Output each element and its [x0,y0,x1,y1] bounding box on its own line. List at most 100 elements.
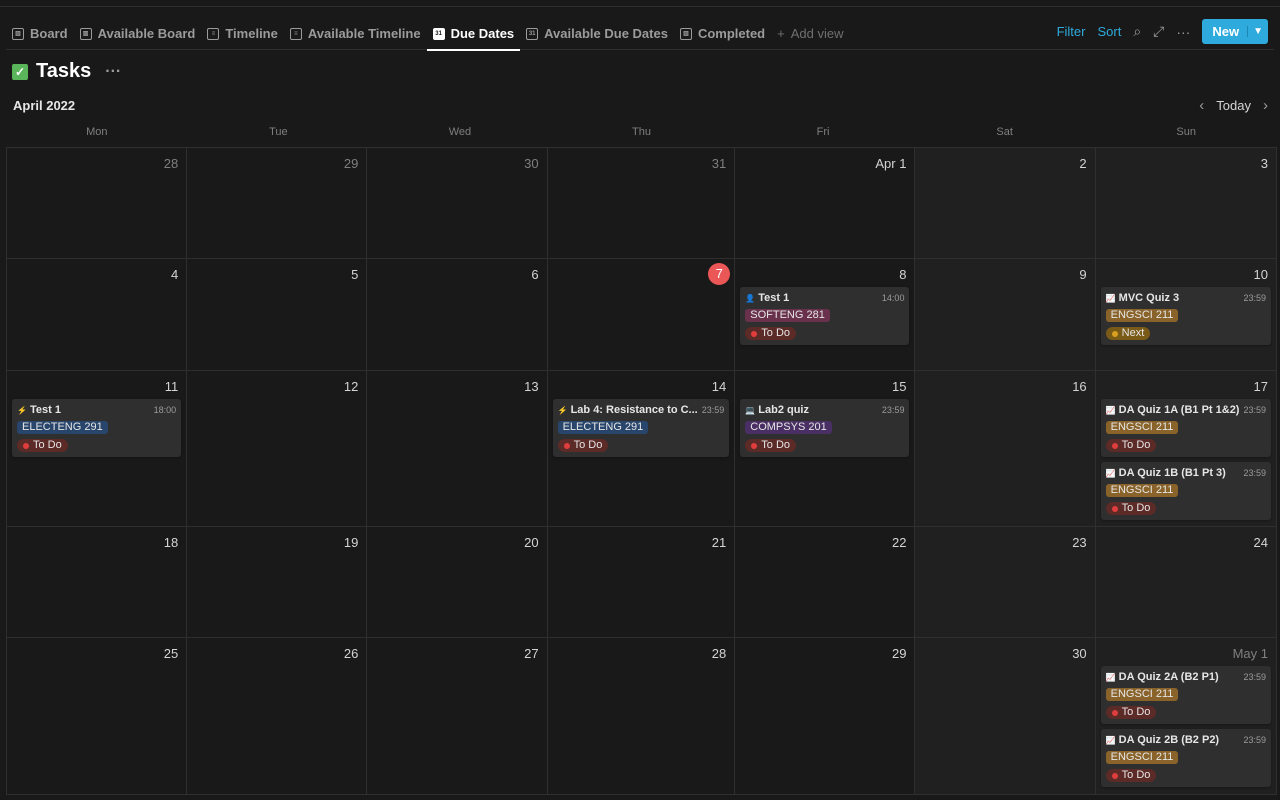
day-cell[interactable]: 25 [7,638,188,795]
new-button[interactable]: New ▼ [1202,19,1268,44]
day-cell[interactable]: May 1 📈 DA Quiz 2A (B2 P1) 23:59 ENGSCI 211 T… [1095,638,1277,795]
task-card[interactable]: 📈 DA Quiz 1B (B1 Pt 3) 23:59 ENGSCI 211 To D… [1100,462,1271,520]
tab-available-timeline[interactable]: ≡ Available Timeline [284,18,427,50]
day-cell[interactable]: 21 [547,527,736,638]
tab-available-board[interactable]: ▥ Available Board [74,18,202,50]
day-number: 5 [351,267,359,282]
task-name: Test 1 [30,404,61,416]
more-icon[interactable]: ··· [1176,24,1190,40]
day-cell[interactable]: 10 📈 MVC Quiz 3 23:59 ENGSCI 211 Next [1095,259,1277,371]
tab-label: Due Dates [450,26,515,41]
day-cell[interactable]: 24 [1095,527,1277,638]
day-cell[interactable]: 16 [915,371,1096,527]
day-number: 28 [711,646,727,661]
card-header: ⚡ Lab 4: Resistance to C... 23:59 [558,403,725,417]
tab-completed[interactable]: ▥ Completed [674,18,771,50]
task-card[interactable]: 📈 DA Quiz 2A (B2 P1) 23:59 ENGSCI 211 To Do [1100,666,1271,724]
day-cell[interactable]: 27 [367,638,548,795]
expand-icon[interactable]: ⤢ [1153,23,1164,40]
task-icon: 📈 [1105,468,1116,478]
day-cell[interactable]: 22 [735,527,916,638]
new-label[interactable]: New [1202,24,1247,39]
day-cell[interactable]: 5 [187,259,368,371]
page-title: ✓ Tasks ··· [12,60,121,83]
status-label: To Do [1121,769,1151,781]
sort-button[interactable]: Sort [1097,24,1121,39]
board-icon: ▥ [679,27,692,40]
day-number: 13 [524,379,539,394]
day-number: Apr 1 [875,156,907,171]
today-date-badge: 7 [708,263,731,285]
status-dot [751,442,758,449]
status-label: To Do [573,439,603,451]
status-badge: Next [1105,327,1151,340]
day-number: 2 [1079,156,1087,171]
add-view-button[interactable]: + Add view [771,18,849,50]
day-cell[interactable]: 13 [367,371,548,527]
task-card[interactable]: 📈 MVC Quiz 3 23:59 ENGSCI 211 Next [1100,287,1271,345]
day-cell[interactable]: 14 ⚡ Lab 4: Resistance to C... 23:59 ELECTEN… [547,371,736,527]
day-cell[interactable]: 29 [187,148,368,259]
tab-label: Available Timeline [307,26,421,41]
task-icon: 💻 [745,405,756,415]
day-cell[interactable]: 31 [547,148,736,259]
weekday-label: Fri [816,126,830,138]
day-cell[interactable]: 26 [187,638,368,795]
tab-board[interactable]: ▥ Board [6,18,74,50]
chevron-down-icon[interactable]: ▼ [1247,26,1268,37]
day-number: 29 [343,156,359,171]
day-cell[interactable]: 6 [367,259,548,371]
task-card[interactable]: 💻 Lab2 quiz 23:59 COMPSYS 201 To Do [740,399,910,457]
task-icon: 📈 [1105,293,1116,303]
day-cell[interactable]: 8 👤 Test 1 14:00 SOFTENG 281 To Do [735,259,916,371]
tab-timeline[interactable]: ≡ Timeline [201,18,284,50]
day-cell[interactable]: 20 [367,527,548,638]
day-cell[interactable]: 30 [367,148,548,259]
day-cell[interactable]: 28 [7,148,188,259]
task-card[interactable]: 📈 DA Quiz 1A (B1 Pt 1&2) 23:59 ENGSCI 211 To… [1100,399,1271,457]
day-cell[interactable]: 19 [187,527,368,638]
task-card[interactable]: 📈 DA Quiz 2B (B2 P2) 23:59 ENGSCI 211 To Do [1100,729,1271,787]
chevron-right-icon[interactable]: › [1263,97,1268,114]
day-number: 20 [524,535,539,550]
day-cell[interactable]: 2 [915,148,1096,259]
day-cell[interactable]: 28 [547,638,736,795]
weekday-label: Sun [1176,126,1196,138]
day-cell[interactable]: 4 [7,259,188,371]
more-icon[interactable]: ··· [105,63,121,81]
card-header: 📈 MVC Quiz 3 23:59 [1106,291,1266,305]
day-cell[interactable]: 30 [915,638,1096,795]
day-number: 23 [1072,535,1087,550]
task-card[interactable]: 👤 Test 1 14:00 SOFTENG 281 To Do [740,287,910,345]
task-card[interactable]: ⚡ Test 1 18:00 ELECTENG 291 To Do [12,399,182,457]
task-icon: ⚡ [17,405,27,415]
day-cell[interactable]: 3 [1095,148,1277,259]
today-button[interactable]: Today [1216,98,1251,113]
day-cell[interactable]: Apr 1 [735,148,916,259]
chevron-left-icon[interactable]: ‹ [1199,97,1204,114]
tab-due-dates[interactable]: 31 Due Dates [426,18,521,51]
day-cell[interactable]: 7 [547,259,736,371]
day-cell[interactable]: 23 [915,527,1096,638]
day-cell[interactable]: 11 ⚡ Test 1 18:00 ELECTENG 291 To Do [7,371,188,527]
day-number: 17 [1253,379,1268,394]
tab-label: Board [30,26,68,41]
day-cell[interactable]: 29 [735,638,916,795]
status-badge: To Do [745,439,797,452]
filter-button[interactable]: Filter [1057,24,1086,39]
checkbox-link-icon: ✓ [12,63,28,80]
calendar-grid: 28 29 30 31 Apr 1 2 3 4 5 6 7 8 👤 Test 1 14:00 SOFTENG … [6,147,1277,795]
tab-available-due-dates[interactable]: 31 Available Due Dates [520,18,674,50]
day-cell[interactable]: 12 [187,371,368,527]
day-number: 30 [524,156,539,171]
search-icon[interactable]: ⌕ [1133,23,1141,40]
day-cell[interactable]: 15 💻 Lab2 quiz 23:59 COMPSYS 201 To Do [735,371,916,527]
task-icon: 📈 [1105,735,1116,745]
weekday-label: Mon [86,126,108,138]
task-card[interactable]: ⚡ Lab 4: Resistance to C... 23:59 ELECTENG … [552,399,730,457]
day-cell[interactable]: 18 [7,527,188,638]
day-cell[interactable]: 17 📈 DA Quiz 1A (B1 Pt 1&2) 23:59 ENGSCI 211… [1095,371,1277,527]
plus-icon: + [777,26,785,41]
day-cell[interactable]: 9 [915,259,1096,371]
status-dot [23,442,29,449]
